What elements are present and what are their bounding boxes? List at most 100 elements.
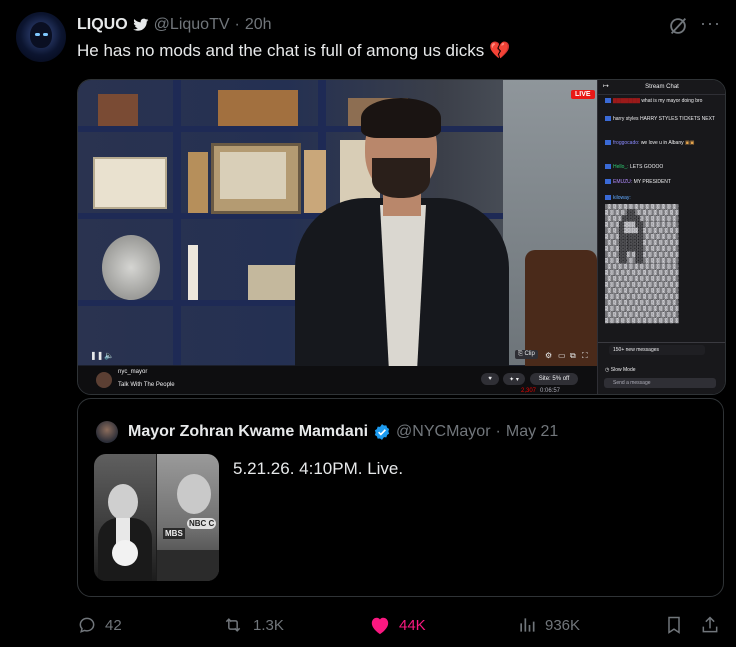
microphone-icon <box>112 540 138 566</box>
stream-video-frame: LIVE ❚❚ 🔈 ⎘ Clip ⚙ ▭ ⧉ ⛶ nyc_mayor Talk … <box>78 80 597 394</box>
tweet-actions-bar: 42 1.3K 44K 936K <box>0 610 736 640</box>
like-button[interactable]: 44K <box>369 610 426 640</box>
speaker-head <box>108 484 138 520</box>
quoted-tweet-date[interactable]: May 21 <box>506 423 558 441</box>
twitter-bird-icon <box>132 18 149 31</box>
mic-sign-left: MBS <box>163 528 185 539</box>
offer-button[interactable]: Site: 5% off <box>530 373 578 385</box>
quoted-author-handle[interactable]: @NYCMayor <box>396 423 490 441</box>
quoted-tweet-image[interactable]: MBS NBC C <box>94 454 219 581</box>
chat-divider <box>598 342 725 343</box>
share-button[interactable] <box>700 610 720 640</box>
shelf-post <box>173 80 181 365</box>
separator-dot: · <box>495 423 501 440</box>
books <box>188 245 198 300</box>
tweet-media-image[interactable]: LIVE ❚❚ 🔈 ⎘ Clip ⚙ ▭ ⧉ ⛶ nyc_mayor Talk … <box>77 79 726 395</box>
chat-message: EMUZU: MY PRESIDENT <box>605 179 720 186</box>
follow-heart-icon[interactable]: ♥ <box>481 373 499 385</box>
chat-message: kiloway: <box>605 195 720 202</box>
chat-message-text: harry styles HARRY STYLES TICKETS NEXT <box>613 116 715 122</box>
tweet-header: LIQUO @LiquoTV · 20h <box>77 15 272 35</box>
chat-badge-icon <box>605 179 611 185</box>
more-options-icon[interactable]: ··· <box>700 13 721 34</box>
chat-username[interactable]: kiloway: <box>613 195 631 201</box>
chat-message: froggocado: we love u in Albany ▣▣ <box>605 140 720 147</box>
picture-frame-photo <box>220 152 286 199</box>
volume-icon[interactable]: 🔈 <box>104 351 114 360</box>
stream-title: Talk With The People <box>118 382 175 388</box>
viewer-count: 2,307 <box>521 388 537 394</box>
books <box>304 150 326 213</box>
bookmark-button[interactable] <box>664 610 684 640</box>
pause-icon[interactable]: ❚❚ <box>90 351 103 360</box>
chat-username[interactable]: froggocado: <box>613 140 639 146</box>
chat-username[interactable]: Hello_: <box>613 164 629 170</box>
chat-username[interactable]: ▇▇▇▇▇▇▇ <box>613 98 640 104</box>
quoted-author-avatar[interactable] <box>96 421 118 443</box>
quoted-tweet[interactable]: Mayor Zohran Kwame Mamdani @NYCMayor · M… <box>77 398 724 597</box>
player-controls: ❚❚ 🔈 ⎘ Clip ⚙ ▭ ⧉ ⛶ <box>78 348 597 366</box>
view-count: 936K <box>545 616 581 634</box>
repost-icon <box>225 618 241 632</box>
microphones <box>157 550 219 581</box>
author-avatar[interactable] <box>16 12 66 62</box>
author-name[interactable]: LIQUO <box>77 16 128 34</box>
slow-mode-label: Slow Mode <box>610 367 636 373</box>
author-handle[interactable]: @LiquoTV <box>154 16 230 34</box>
views-button[interactable]: 936K <box>517 610 580 640</box>
channel-avatar[interactable] <box>96 372 112 388</box>
channel-info-bar: nyc_mayor Talk With The People ♥ ✦ ▾ Sit… <box>78 366 597 394</box>
speaker-hair <box>361 98 441 138</box>
offer-label: Site: 5% off <box>538 376 570 382</box>
reply-button[interactable]: 42 <box>77 610 122 640</box>
chat-ascii-art: ▒▓▒▓▒▓▒▓▒▓▒▓▒▓▒▓▒▓▒▓▒▓▒▓▒▓▒ ▓▒▓▒▓▒▓▒░░░▒… <box>605 204 679 324</box>
mic-sign-right: NBC C <box>187 518 217 529</box>
repost-button[interactable]: 1.3K <box>221 610 284 640</box>
share-icon <box>702 616 718 633</box>
chat-message: harry styles HARRY STYLES TICKETS NEXT <box>605 116 720 123</box>
popout-icon[interactable]: ⧉ <box>570 351 576 361</box>
chat-message-text: what is my mayor doing bro <box>641 98 703 104</box>
clip-button[interactable]: ⎘ Clip <box>515 350 538 359</box>
chat-message-text: we love u in Albany <box>640 140 684 146</box>
settings-icon[interactable]: ⚙ <box>545 351 552 360</box>
repost-count: 1.3K <box>253 616 284 634</box>
speaker-beard <box>372 158 430 198</box>
books <box>98 94 138 126</box>
like-count: 44K <box>399 616 426 634</box>
views-chart-icon <box>520 618 535 632</box>
heart-icon <box>371 617 389 635</box>
stone-bust <box>102 235 160 300</box>
quoted-author-name[interactable]: Mayor Zohran Kwame Mamdani <box>128 423 368 441</box>
books <box>218 90 298 126</box>
avatar-silhouette <box>30 22 52 48</box>
books <box>188 152 208 213</box>
chat-badge-icon <box>605 116 611 122</box>
avatar-eye-left <box>35 33 40 36</box>
chat-badge-icon <box>605 98 611 104</box>
fullscreen-icon[interactable]: ⛶ <box>582 351 588 361</box>
verified-badge-icon <box>374 424 390 440</box>
notify-bell-icon[interactable]: ✦ ▾ <box>503 373 525 385</box>
chat-badge-icon <box>605 195 611 201</box>
tweet-time[interactable]: 20h <box>245 16 272 34</box>
slow-mode-indicator: ◷ Slow Mode <box>605 367 636 373</box>
emote-icon: ▣▣ <box>685 140 695 146</box>
chat-username[interactable]: EMUZU: <box>613 179 632 185</box>
tweet-text: He has no mods and the chat is full of a… <box>77 41 511 60</box>
new-messages-label: 150+ new messages <box>613 347 660 353</box>
channel-name[interactable]: nyc_mayor <box>118 369 147 375</box>
chat-input[interactable]: Send a message <box>604 378 716 388</box>
grok-icon[interactable] <box>667 15 689 37</box>
live-badge: LIVE <box>571 90 595 99</box>
reply-count: 42 <box>105 616 122 634</box>
theatre-mode-icon[interactable]: ▭ <box>558 351 566 360</box>
historic-speaker-head <box>177 474 211 514</box>
chat-title: Stream Chat <box>598 80 725 95</box>
clip-label: Clip <box>524 351 535 357</box>
chat-message: ▇▇▇▇▇▇▇ what is my mayor doing bro <box>605 98 720 105</box>
chat-badge-icon <box>605 140 611 146</box>
image-left-photo <box>94 454 156 581</box>
image-right-photo: MBS NBC C <box>157 454 219 581</box>
new-messages-button[interactable]: 150+ new messages <box>609 345 705 355</box>
